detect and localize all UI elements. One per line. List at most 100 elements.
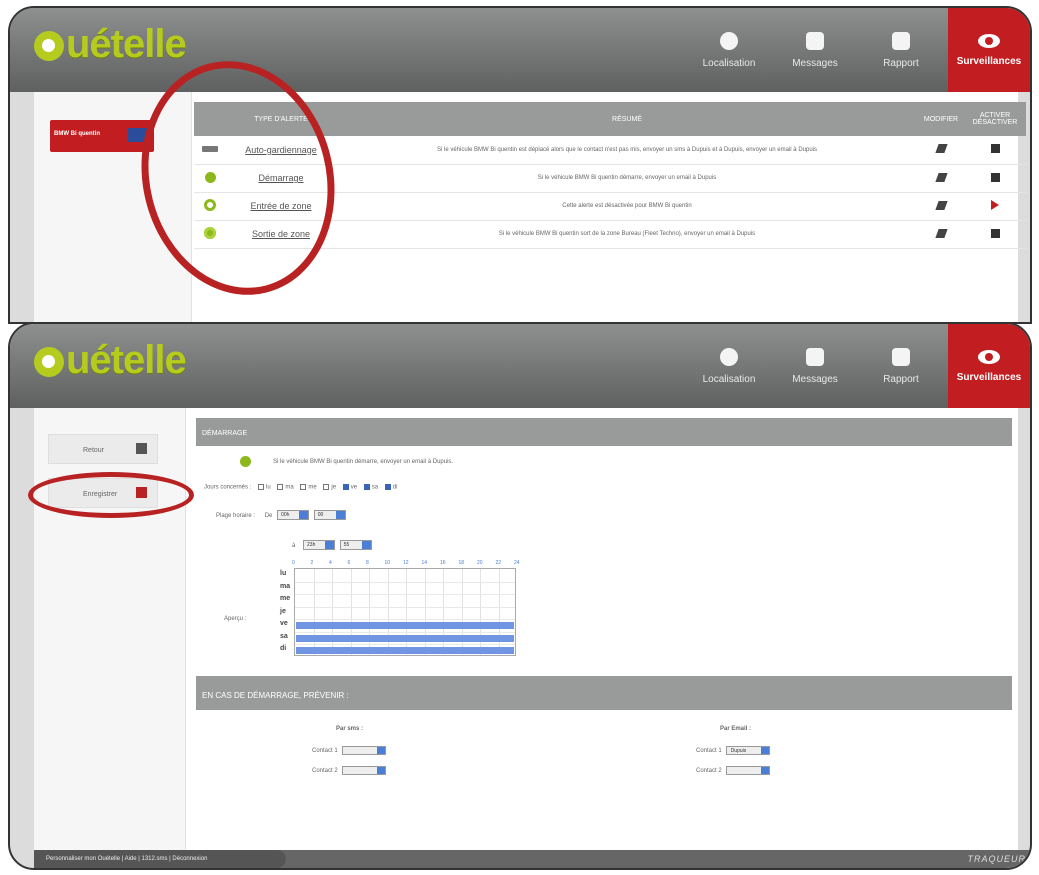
- edit-icon[interactable]: [934, 228, 948, 238]
- schedule-fill: [296, 647, 514, 655]
- day-checkbox[interactable]: [384, 484, 391, 490]
- edit-content: Retour Enregistrer DÉMARRAGE Si le véhic…: [34, 408, 1018, 868]
- back-button[interactable]: Retour: [48, 434, 158, 464]
- notify-section: EN CAS DE DÉMARRAGE, PRÉVENIR : Par sms …: [196, 676, 1012, 775]
- table-row: Démarrage Si le véhicule BMW Bi quentin …: [194, 164, 1026, 193]
- vehicle-flag-icon: [128, 128, 148, 142]
- day-checkbox[interactable]: [300, 484, 307, 490]
- from-hour-select[interactable]: 00h: [277, 510, 310, 520]
- day-label: di: [280, 645, 287, 653]
- app-header: uételle Localisation Messages Rapport Su…: [10, 8, 1030, 92]
- nav-messages[interactable]: Messages: [772, 8, 858, 92]
- nav-localisation[interactable]: Localisation: [686, 8, 772, 92]
- vehicle-item[interactable]: BMW Bi quentin: [50, 120, 154, 152]
- document-icon: [892, 31, 910, 50]
- nav-rapport[interactable]: Rapport: [858, 324, 944, 408]
- eye-icon: [978, 349, 1000, 364]
- pause-icon[interactable]: [990, 228, 1000, 238]
- alerts-header-row: TYPE D'ALERTE RÉSUMÉ MODIFIER ACTIVER DÉ…: [194, 102, 1026, 136]
- start-icon: [240, 456, 251, 467]
- day-label: me: [280, 595, 291, 603]
- to-minute-select[interactable]: 55: [339, 540, 372, 550]
- app-header: uételle Localisation Messages Rapport Su…: [10, 324, 1030, 408]
- document-icon: [892, 347, 910, 366]
- nav-messages[interactable]: Messages: [772, 324, 858, 408]
- hour-tick-label: 18: [458, 560, 465, 566]
- schedule-fill: [296, 634, 514, 642]
- hour-tick-label: 12: [403, 560, 409, 566]
- edit-icon[interactable]: [934, 144, 948, 154]
- alert-type-link[interactable]: Entrée de zone: [226, 192, 336, 221]
- grid-line: [295, 594, 515, 596]
- save-icon: [136, 487, 147, 498]
- from-minute-select[interactable]: 00: [313, 510, 346, 520]
- pause-icon[interactable]: [990, 172, 1000, 182]
- day-checkbox[interactable]: [258, 484, 265, 490]
- alerts-list-screenshot: uételle Localisation Messages Rapport Su…: [8, 6, 1032, 324]
- sms-title: Par sms :: [336, 726, 364, 732]
- envelope-icon: [806, 31, 824, 50]
- alert-type-link[interactable]: Sortie de zone: [226, 220, 336, 249]
- table-row: Auto-gardiennage Si le véhicule BMW Bi q…: [194, 136, 1026, 165]
- email-contact-2-select[interactable]: [725, 766, 770, 775]
- day-checkbox[interactable]: [363, 484, 370, 490]
- undo-icon: [136, 443, 147, 454]
- alert-summary: Cette alerte est désactivée pour BMW Bi …: [336, 192, 918, 221]
- footer-brand: TRAQUEUR: [967, 854, 1026, 864]
- sms-contact-1: Contact 1: [312, 746, 386, 755]
- nav-surveillances[interactable]: Surveillances: [948, 8, 1030, 92]
- alert-summary: Si le véhicule BMW Bi quentin est déplac…: [336, 136, 918, 165]
- time-from-row: Plage horaire : De 00h 00: [216, 510, 349, 520]
- action-sidebar: Retour Enregistrer: [34, 408, 186, 868]
- nav-rapport[interactable]: Rapport: [858, 8, 944, 92]
- play-icon[interactable]: [991, 200, 999, 210]
- main-nav: Localisation Messages Rapport Surveillan…: [686, 8, 1030, 92]
- header-type: TYPE D'ALERTE: [226, 102, 336, 136]
- email-contact-1-select[interactable]: Dupuis: [725, 746, 770, 755]
- logo: uételle: [34, 22, 187, 67]
- zone-exit-icon: [204, 227, 216, 239]
- alert-type-link[interactable]: Auto-gardiennage: [226, 136, 336, 165]
- hour-tick-label: 20: [477, 560, 483, 566]
- to-hour-select[interactable]: 23h: [303, 540, 336, 550]
- edit-icon[interactable]: [934, 200, 948, 210]
- day-label: ma: [280, 582, 291, 590]
- time-to-row: à 23h 55: [292, 540, 375, 550]
- hour-tick-label: 10: [384, 560, 391, 566]
- day-label: je: [280, 607, 286, 615]
- hour-tick-label: 6: [347, 560, 351, 566]
- schedule-grid: [294, 568, 516, 656]
- hour-tick-label: 16: [440, 560, 446, 566]
- table-row: Entrée de zone Cette alerte est désactiv…: [194, 192, 1026, 221]
- globe-icon: [720, 347, 738, 366]
- nav-localisation[interactable]: Localisation: [686, 324, 772, 408]
- header-toggle: ACTIVER DÉSACTIVER: [964, 102, 1026, 136]
- hour-tick-label: 24: [514, 560, 520, 566]
- alert-type-link[interactable]: Démarrage: [226, 164, 336, 193]
- nav-surveillances[interactable]: Surveillances: [948, 324, 1030, 408]
- pause-icon[interactable]: [990, 144, 1000, 154]
- grid-line: [295, 631, 515, 633]
- edit-icon[interactable]: [934, 172, 948, 182]
- key-icon: [202, 145, 218, 152]
- sms-contact-1-select[interactable]: [341, 746, 386, 755]
- schedule-fill: [296, 622, 514, 630]
- day-checkbox[interactable]: [277, 484, 284, 490]
- globe-icon: [720, 31, 738, 50]
- alert-summary: Si le véhicule BMW Bi quentin sort de la…: [336, 220, 918, 249]
- save-button[interactable]: Enregistrer: [48, 478, 158, 508]
- hour-tick-label: 0: [292, 560, 295, 566]
- alerts-content: BMW Bi quentin TYPE D'ALERTE RÉSUMÉ MODI…: [34, 92, 1026, 322]
- email-contact-2: Contact 2: [696, 766, 770, 775]
- sms-contact-2-select[interactable]: [341, 766, 386, 775]
- day-checkbox[interactable]: [323, 484, 330, 490]
- day-checkbox[interactable]: [342, 484, 349, 490]
- zone-entry-icon: [204, 199, 216, 211]
- table-row: Sortie de zone Si le véhicule BMW Bi que…: [194, 220, 1026, 249]
- preview-label: Aperçu :: [224, 616, 247, 622]
- logo-icon: [34, 31, 64, 61]
- alert-edit-screenshot: uételle Localisation Messages Rapport Su…: [8, 322, 1032, 870]
- footer-links[interactable]: Personnaliser mon Ouételle | Aide | 1312…: [34, 850, 286, 868]
- hour-tick-label: 2: [310, 560, 314, 566]
- alerts-table: TYPE D'ALERTE RÉSUMÉ MODIFIER ACTIVER DÉ…: [194, 102, 1026, 249]
